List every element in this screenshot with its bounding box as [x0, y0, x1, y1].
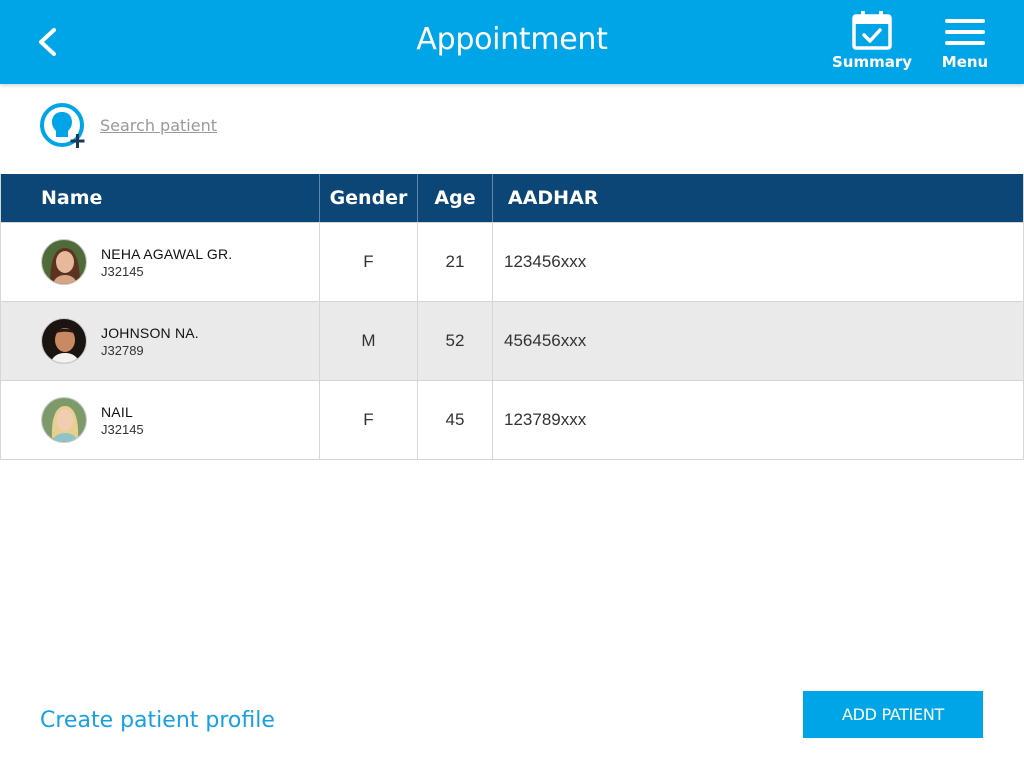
avatar [41, 397, 87, 443]
summary-label: Summary [832, 53, 913, 71]
aadhar-cell: 123789xxx [504, 410, 587, 429]
search-input[interactable] [100, 113, 440, 137]
aadhar-cell: 456456xxx [504, 331, 587, 350]
patient-name: JOHNSON NA. [101, 324, 199, 341]
hamburger-icon [945, 19, 985, 45]
column-header-aadhar[interactable]: AADHAR [493, 174, 1023, 222]
menu-button[interactable]: Menu [925, 10, 1005, 76]
table-row[interactable]: NEHA AGAWAL GR. J32145 F 21 123456xxx [1, 222, 1023, 301]
patient-id: J32145 [101, 263, 144, 279]
app-header: Appointment Summary Menu [0, 0, 1024, 84]
gender-cell: F [320, 223, 418, 301]
create-patient-profile-link[interactable]: Create patient profile [40, 708, 275, 733]
name-cell: NEHA AGAWAL GR. J32145 [1, 223, 320, 301]
gender-cell: F [320, 381, 418, 459]
patient-id: J32145 [101, 421, 144, 437]
table-header: Name Gender Age AADHAR [1, 174, 1023, 222]
patient-id: J32789 [101, 342, 144, 358]
back-button[interactable] [30, 20, 70, 64]
add-patient-button[interactable]: ADD PATIENT [803, 691, 983, 738]
avatar [41, 239, 87, 285]
patient-name: NAIL [101, 403, 133, 420]
name-cell: NAIL J32145 [1, 381, 320, 459]
add-patient-icon[interactable] [40, 103, 86, 149]
patient-name: NEHA AGAWAL GR. [101, 245, 233, 262]
table-row[interactable]: JOHNSON NA. J32789 M 52 456456xxx [1, 301, 1023, 380]
calendar-check-icon [852, 11, 892, 50]
gender-cell: M [320, 302, 418, 380]
column-header-gender[interactable]: Gender [320, 174, 418, 222]
table-row[interactable]: NAIL J32145 F 45 123789xxx [1, 380, 1023, 459]
patient-search [40, 103, 460, 149]
avatar [41, 318, 87, 364]
aadhar-cell: 123456xxx [504, 252, 587, 271]
chevron-left-icon [39, 28, 56, 56]
column-header-age[interactable]: Age [418, 174, 493, 222]
name-cell: JOHNSON NA. J32789 [1, 302, 320, 380]
age-cell: 52 [418, 302, 493, 380]
column-header-name[interactable]: Name [1, 174, 320, 222]
age-cell: 45 [418, 381, 493, 459]
summary-button[interactable]: Summary [832, 10, 912, 76]
menu-label: Menu [941, 53, 989, 71]
patients-table: Name Gender Age AADHAR NEHA AGAWAL GR. J… [0, 174, 1024, 460]
age-cell: 21 [418, 223, 493, 301]
